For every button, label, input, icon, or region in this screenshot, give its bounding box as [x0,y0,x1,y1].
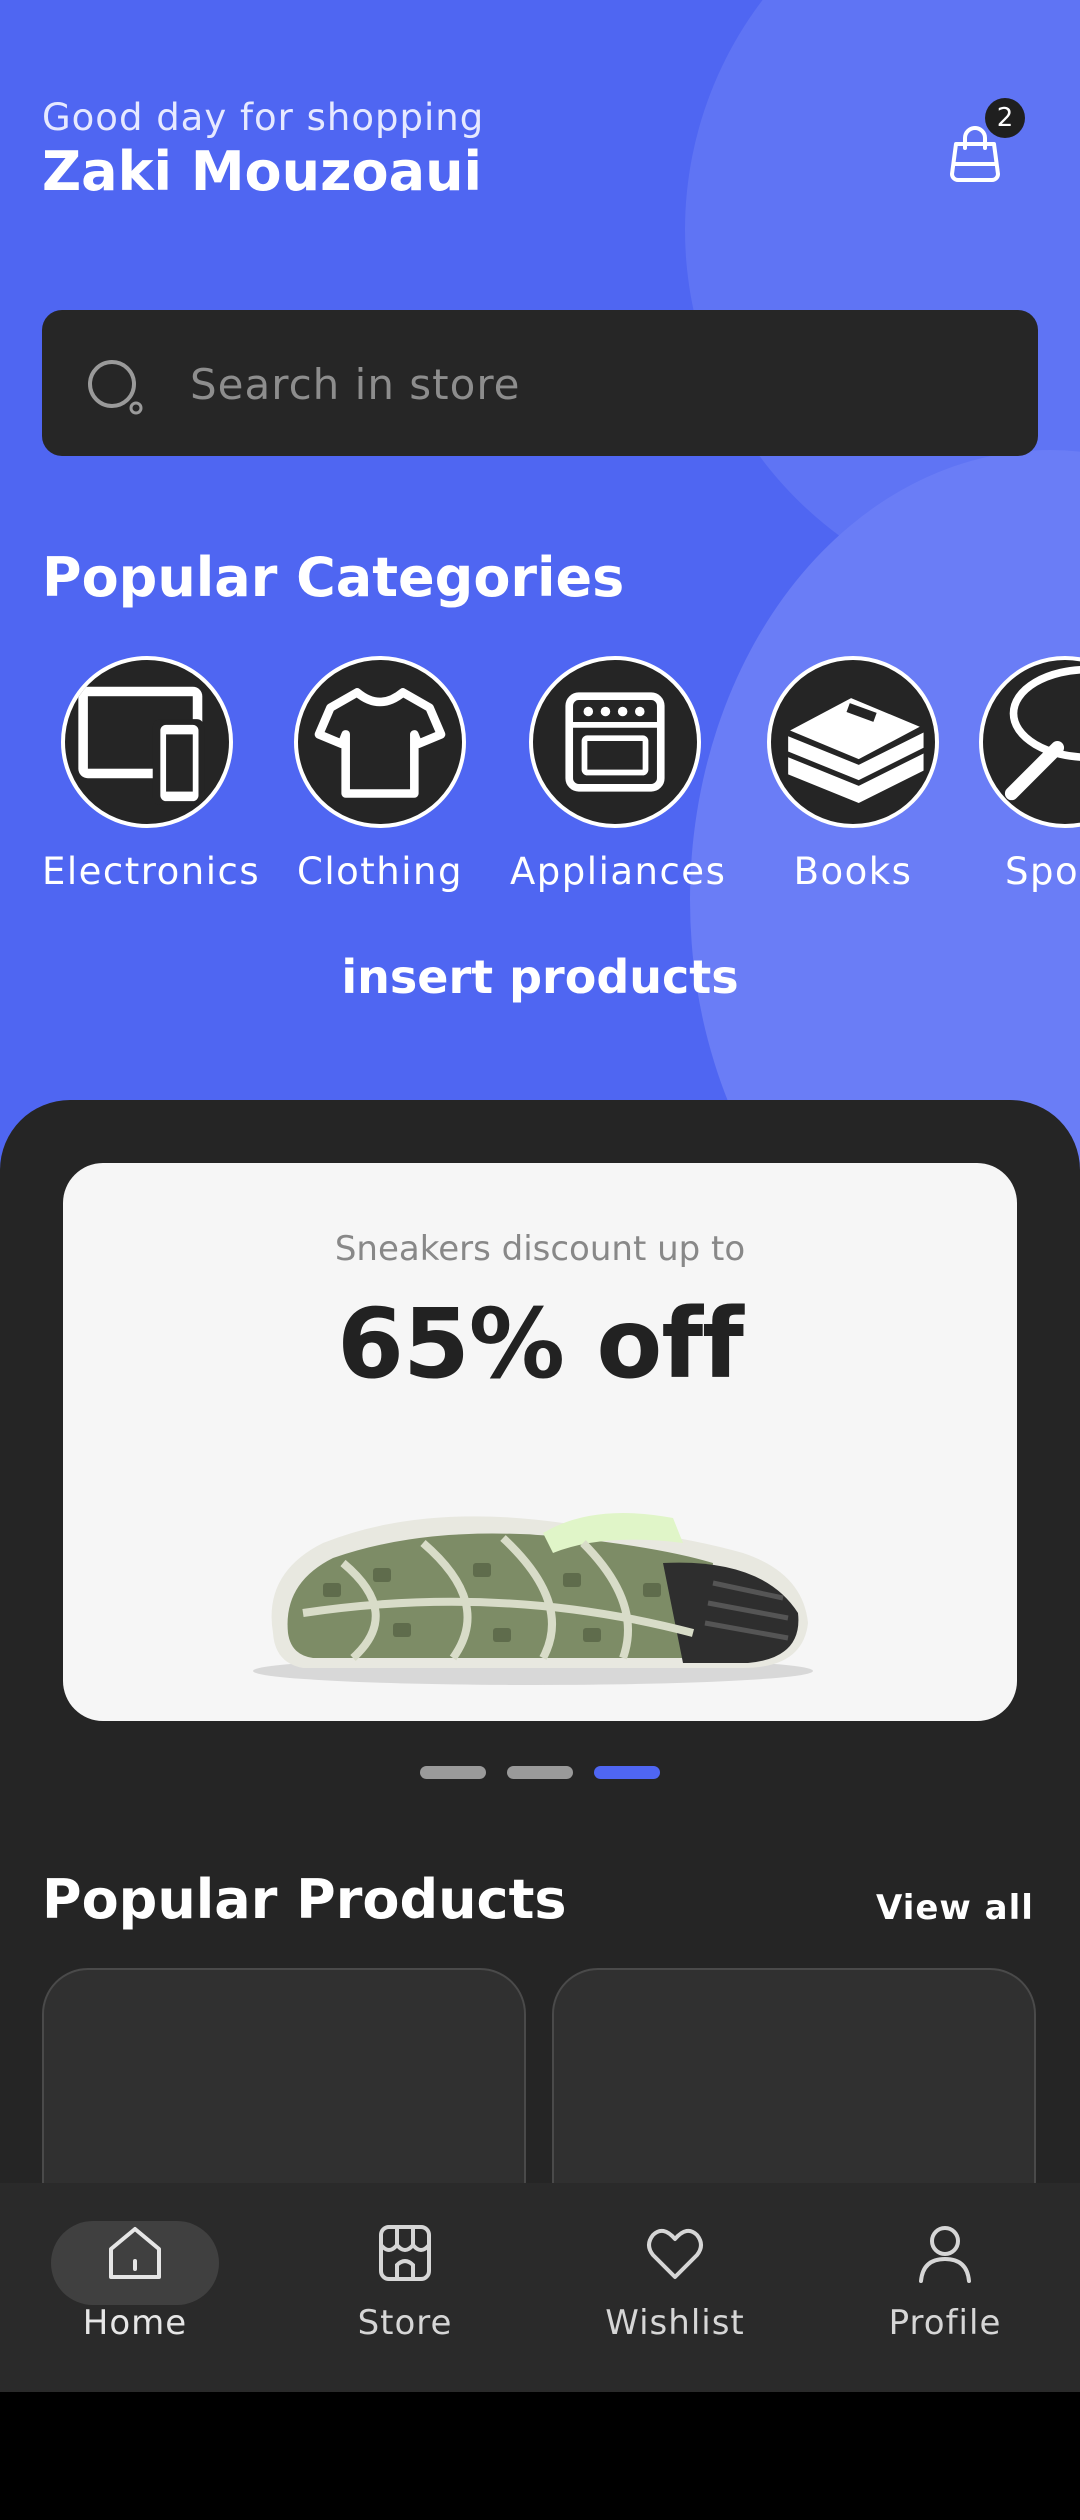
nav-label: Profile [888,2303,1002,2343]
store-icon [379,2225,431,2281]
category-label: Books [793,850,913,893]
category-icon-wrapper [61,656,233,828]
popular-products-title: Popular Products [42,1868,567,1931]
nav-item-profile[interactable]: Profile [810,2221,1080,2343]
banner-subtitle: Sneakers discount up to [334,1229,746,1269]
oven-icon [565,692,665,792]
user-name: Zaki Mouzoaui [42,140,483,203]
category-books[interactable]: Books [748,656,958,893]
carousel-dot[interactable] [420,1766,486,1779]
books-icon [788,698,924,804]
header-background: Good day for shopping Zaki Mouzoaui 2 Se… [0,0,1080,1180]
search-input[interactable]: Search in store [190,360,521,409]
nav-item-home[interactable]: Home [0,2221,270,2343]
nav-item-store[interactable]: Store [270,2221,540,2343]
category-label: Clothing [297,850,463,893]
insert-products-text: insert products [341,950,739,1004]
category-icon-wrapper [529,656,701,828]
banner-title: 65% off [337,1288,744,1400]
category-clothing[interactable]: Clothing [275,656,485,893]
category-icon-wrapper [294,656,466,828]
category-appliances[interactable]: Appliances [510,656,727,893]
nav-item-wishlist[interactable]: Wishlist [540,2221,810,2343]
sneaker-sole-image [253,1513,813,1685]
home-icon [109,2227,161,2279]
category-label: Appliances [510,850,727,893]
category-electronics[interactable]: Electronics [42,656,261,893]
category-sports[interactable]: Spo [960,656,1080,893]
search-icon [88,360,143,415]
cart-count-badge: 2 [985,98,1025,138]
categories-title: Popular Categories [42,546,625,609]
category-icon-wrapper [767,656,939,828]
electronics-icon [78,686,205,805]
home-screen: Good day for shopping Zaki Mouzoaui 2 Se… [0,0,1080,2392]
category-label: Spo [1005,850,1080,893]
sports-icon [1004,665,1080,801]
promo-banner[interactable]: Sneakers discount up to 65% off [63,1163,1017,1721]
nav-label: Store [357,2303,453,2343]
category-label: Electronics [42,850,261,893]
search-bar[interactable]: Search in store [42,310,1038,456]
user-icon [919,2226,971,2283]
view-all-link[interactable]: View all [876,1888,1034,1928]
greeting-text: Good day for shopping [42,96,485,139]
nav-label: Home [82,2303,188,2343]
carousel-dot[interactable] [507,1766,573,1779]
tshirt-icon [314,688,446,798]
carousel-dot-active[interactable] [594,1766,660,1779]
nav-label: Wishlist [605,2303,745,2343]
heart-icon [647,2228,703,2279]
bottom-navigation: Home Store Wishlist Profile [0,2183,1080,2392]
category-icon-wrapper [979,656,1080,828]
